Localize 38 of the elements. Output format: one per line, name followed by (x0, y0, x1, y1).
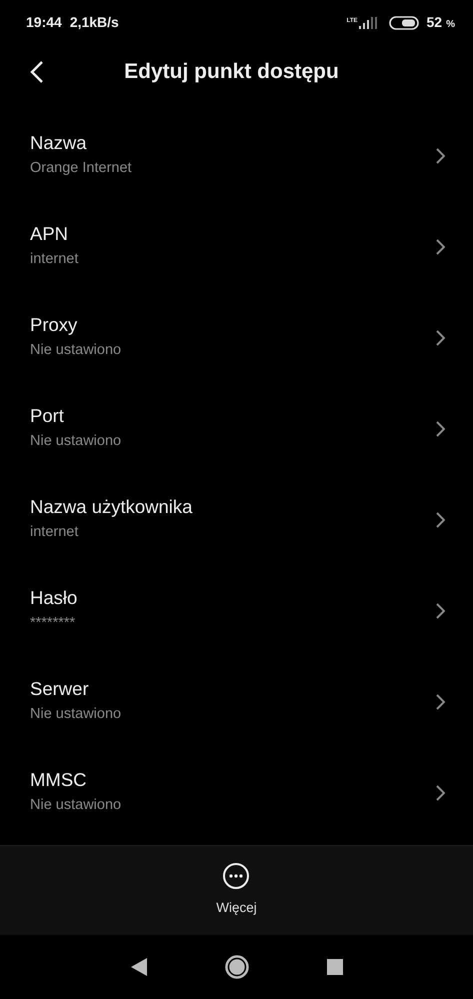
back-icon (30, 60, 44, 84)
setting-label: MMSC (30, 768, 88, 791)
chevron-icon (436, 420, 445, 436)
setting-value: Orange Internet (30, 158, 132, 178)
setting-label: APN (30, 222, 70, 245)
setting-value: Nie ustawiono (30, 340, 122, 360)
battery-icon (388, 16, 419, 30)
setting-label: Hasło (30, 586, 78, 609)
chevron-icon (436, 512, 445, 528)
setting-value: Nie ustawiono (30, 432, 122, 451)
back-nav-icon[interactable] (130, 958, 146, 976)
setting-label: Proxy (30, 314, 78, 336)
setting-value: Nie ustawiono (30, 796, 122, 815)
status-time: 19:44 (26, 13, 62, 32)
setting-value: internet (30, 522, 80, 542)
setting-value: internet (30, 250, 78, 269)
recents-icon[interactable] (326, 959, 342, 975)
setting-value: ******** (30, 614, 76, 633)
more-button[interactable]: Więcej (210, 861, 263, 920)
chevron-icon (436, 784, 445, 800)
setting-value: Nie ustawiono (30, 704, 122, 724)
signal-icon (358, 16, 377, 28)
chevron-icon (436, 148, 445, 164)
back-button[interactable] (30, 60, 44, 84)
page-title: Edytuj punkt dostępu (124, 60, 339, 83)
more-icon (222, 862, 250, 890)
chevron-icon (436, 602, 445, 618)
chevron-icon (436, 330, 445, 346)
battery-level: 52 (426, 13, 442, 32)
setting-label: Nazwa (30, 132, 88, 154)
battery-unit: % (446, 18, 455, 32)
chevron-icon (436, 238, 445, 254)
setting-label: Serwer (30, 678, 90, 700)
chevron-icon (436, 694, 445, 710)
home-icon[interactable] (224, 955, 248, 979)
setting-label: Nazwa użytkownika (30, 496, 192, 518)
network-speed: 2,1kB/s (70, 13, 119, 32)
setting-label: Port (30, 404, 65, 427)
